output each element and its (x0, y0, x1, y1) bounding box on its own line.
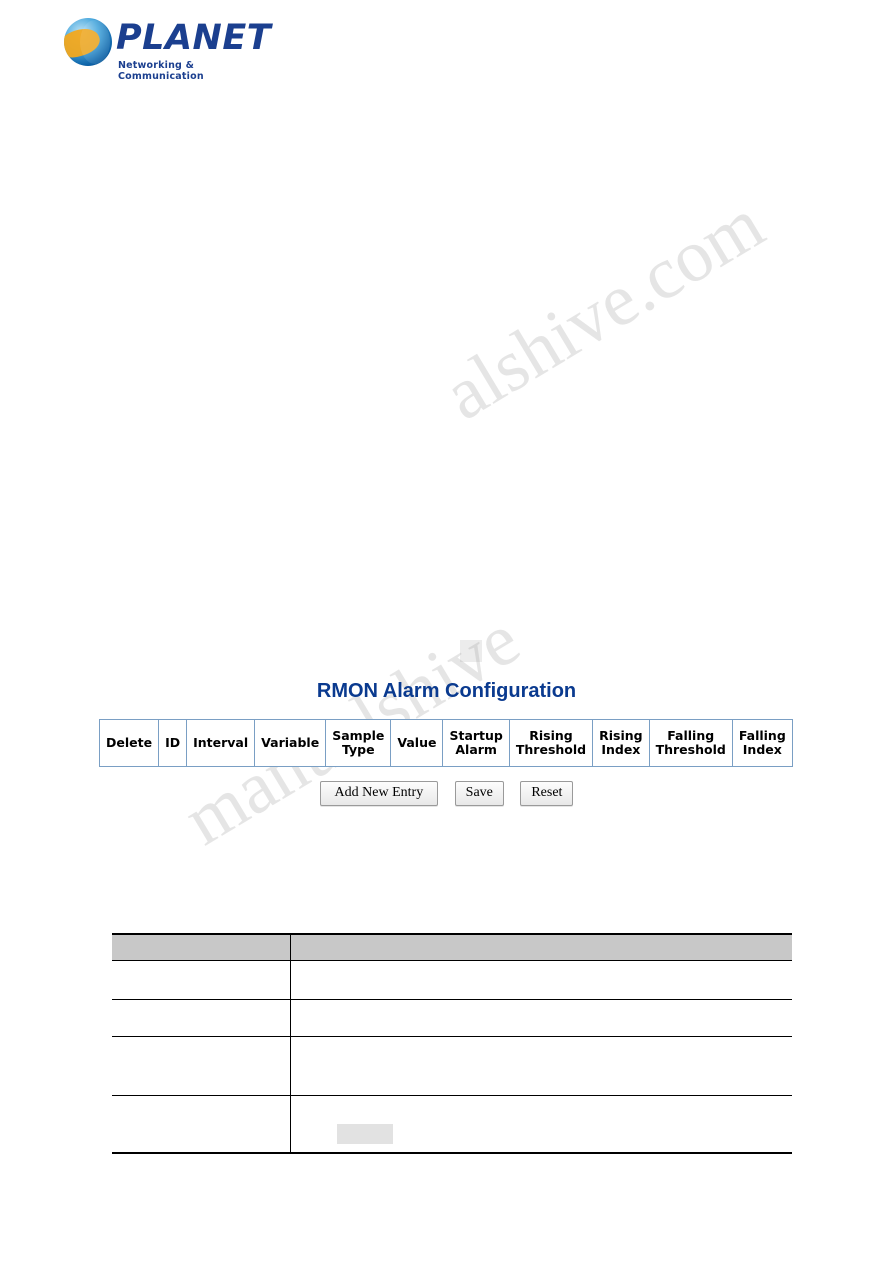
description-header-object (112, 933, 292, 961)
watermark-text-1: alshive.com (430, 182, 778, 437)
rmon-alarm-table: Delete ID Interval Variable Sample Type … (98, 719, 793, 767)
table-header-row: Delete ID Interval Variable Sample Type … (98, 719, 793, 767)
planet-logo: PLANET Networking & Communication (64, 14, 271, 82)
column-header-startup-alarm: Startup Alarm (442, 719, 510, 767)
column-header-id: ID (158, 719, 188, 767)
column-header-interval: Interval (186, 719, 256, 767)
brand-tagline: Networking & Communication (118, 60, 204, 82)
column-header-falling-index: Falling Index (731, 719, 793, 767)
column-header-rising-threshold: Rising Threshold (508, 719, 594, 767)
description-term (112, 1000, 290, 1010)
table-row (112, 999, 792, 1037)
description-text (291, 1037, 792, 1047)
rmon-alarm-table-wrapper: Delete ID Interval Variable Sample Type … (98, 719, 793, 767)
column-header-variable: Variable (254, 719, 327, 767)
table-row (112, 960, 792, 1000)
description-text (291, 1000, 792, 1010)
brand-name: PLANET (116, 18, 272, 58)
description-header-description (290, 933, 792, 961)
action-button-row: Add New Entry Save Reset (0, 781, 893, 806)
add-new-entry-button[interactable]: Add New Entry (319, 781, 439, 806)
description-header-row (112, 933, 792, 961)
globe-icon (64, 18, 112, 66)
column-header-rising-index: Rising Index (592, 719, 650, 767)
reset-button[interactable]: Reset (520, 781, 574, 806)
table-row (112, 1095, 792, 1154)
description-term (112, 1096, 290, 1106)
object-description-table (112, 933, 792, 1154)
table-row (112, 1036, 792, 1096)
column-header-delete: Delete (98, 719, 160, 767)
save-button[interactable]: Save (454, 781, 504, 806)
column-header-falling-threshold: Falling Threshold (648, 719, 733, 767)
description-term (112, 961, 290, 971)
description-text (291, 1096, 792, 1106)
column-header-value: Value (390, 719, 444, 767)
column-header-sample-type: Sample Type (325, 719, 392, 767)
watermark-box-upper (460, 640, 482, 662)
description-text (291, 961, 792, 971)
description-term (112, 1037, 290, 1047)
page-title: RMON Alarm Configuration (316, 680, 577, 702)
